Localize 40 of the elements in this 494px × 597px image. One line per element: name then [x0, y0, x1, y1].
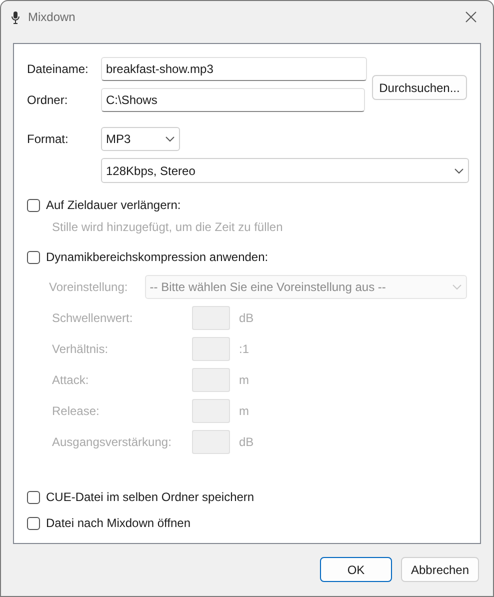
field-label: Verhältnis: [52, 341, 110, 358]
checkbox-label: Auf Zieldauer verlängern: [46, 197, 181, 214]
number-field[interactable] [192, 306, 230, 330]
text-field[interactable]: breakfast-show.mp3 [101, 57, 367, 81]
checkbox-label: Dynamikbereichskompression anwenden: [46, 249, 268, 266]
field-label: Dateiname: [27, 61, 90, 78]
number-field[interactable] [192, 430, 230, 454]
field-label: Release: [52, 403, 100, 420]
hint-text: Stille wird hinzugefügt, um die Zeit zu füllen [52, 219, 284, 236]
checkbox-label: CUE-Datei im selben Ordner speichern [46, 489, 254, 506]
checkbox[interactable] [27, 490, 40, 504]
field-label: Format: [27, 131, 70, 148]
unit-label: m [239, 403, 249, 420]
close-icon [465, 11, 477, 23]
format-dropdown[interactable]: MP3 [101, 127, 180, 151]
browse-button[interactable]: Durchsuchen... [372, 75, 467, 100]
field-label: Ordner: [27, 92, 69, 109]
window-title: Mixdown [28, 9, 76, 26]
field-label: Voreinstellung: [49, 279, 129, 296]
unit-label: dB [239, 434, 254, 451]
number-field[interactable] [192, 337, 230, 361]
field-label: Attack: [52, 372, 90, 389]
number-field[interactable] [192, 368, 230, 392]
text-field[interactable]: C:\Shows [101, 88, 365, 112]
dialog-button[interactable]: OK [320, 557, 392, 582]
field-label: Ausgangsverstärkung: [52, 434, 172, 451]
chevron-down-icon [454, 168, 464, 174]
microphone-icon [11, 10, 20, 24]
chevron-down-icon [452, 284, 462, 290]
chevron-down-icon [165, 136, 175, 142]
checkbox-label: Datei nach Mixdown öffnen [46, 515, 191, 532]
unit-label: m [239, 372, 249, 389]
checkbox[interactable] [27, 516, 40, 530]
unit-label: dB [239, 310, 254, 327]
dialog-button[interactable]: Abbrechen [401, 557, 479, 582]
quality-dropdown[interactable]: 128Kbps, Stereo [101, 158, 469, 183]
number-field[interactable] [192, 399, 230, 423]
unit-label: :1 [239, 341, 250, 358]
field-label: Schwellenwert: [52, 310, 134, 327]
checkbox[interactable] [27, 198, 40, 212]
